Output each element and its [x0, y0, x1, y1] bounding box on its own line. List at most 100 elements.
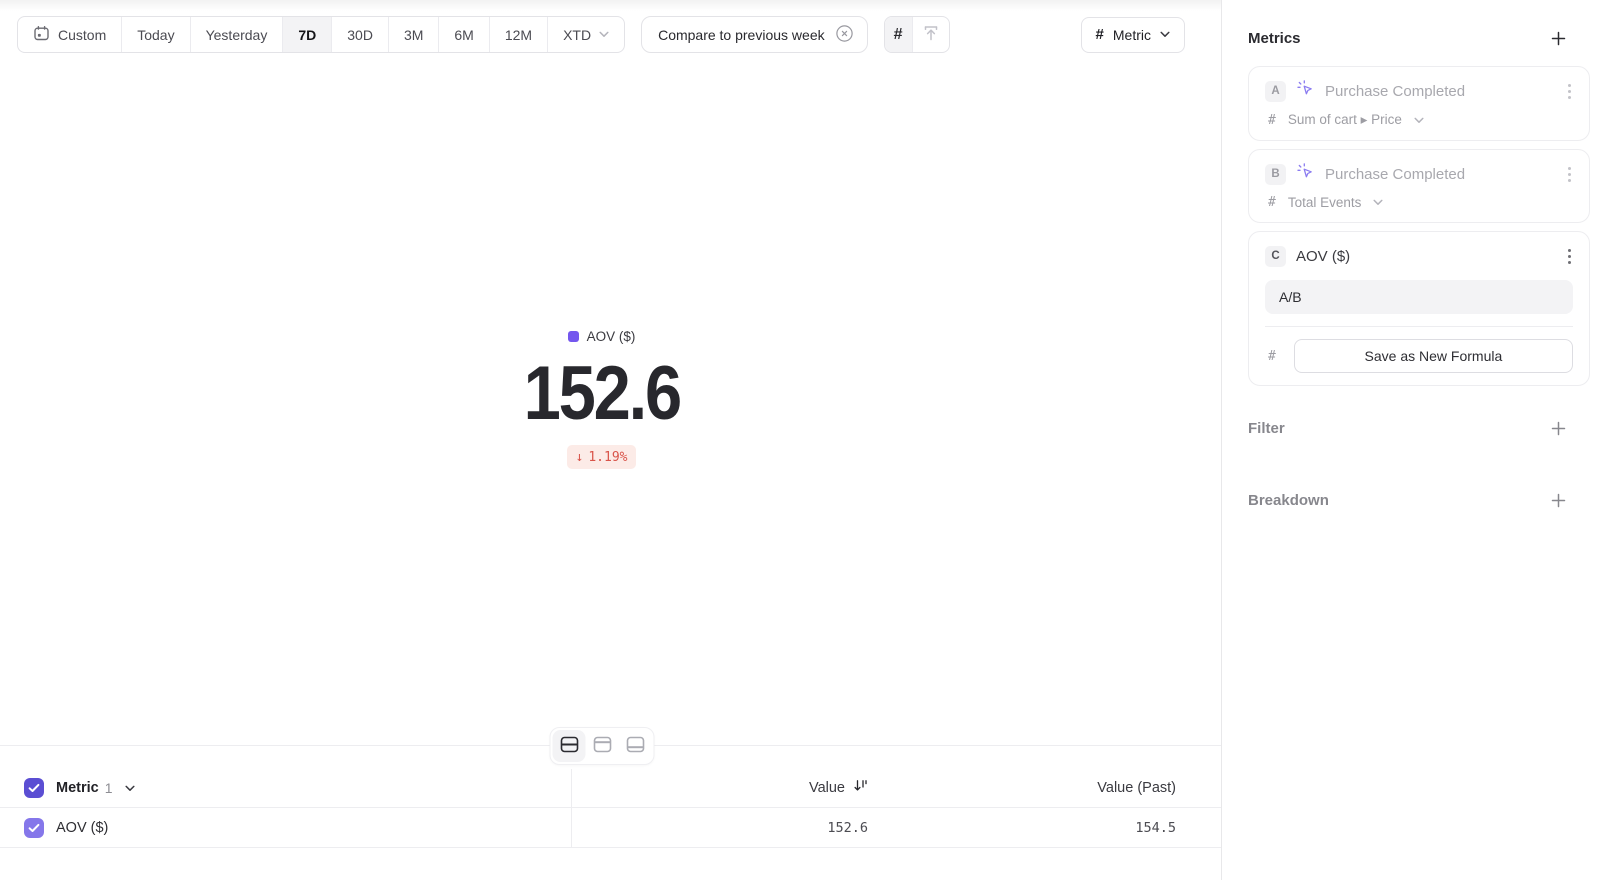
- hash-icon: #: [894, 26, 903, 44]
- layout-bottom-bar-icon: [625, 736, 645, 756]
- metric-column-label[interactable]: Metric: [56, 780, 99, 796]
- metric-badge: B: [1265, 164, 1286, 185]
- date-range-3m[interactable]: 3M: [389, 17, 439, 52]
- metrics-section-header: Metrics: [1248, 28, 1590, 48]
- date-range-custom[interactable]: Custom: [18, 17, 122, 52]
- metric-event-name: Purchase Completed: [1325, 166, 1465, 183]
- date-range-6m[interactable]: 6M: [439, 17, 489, 52]
- metric-event-name: Purchase Completed: [1325, 83, 1465, 100]
- number-view-button[interactable]: #: [885, 17, 913, 52]
- aggregation-dropdown[interactable]: # Total Events: [1265, 195, 1573, 210]
- formula-input[interactable]: A/B: [1265, 280, 1573, 314]
- more-options-icon[interactable]: [1566, 245, 1573, 267]
- save-as-new-formula-button[interactable]: Save as New Formula: [1294, 339, 1573, 373]
- hash-icon: #: [1096, 26, 1104, 43]
- layout-table-button[interactable]: [619, 730, 652, 762]
- main-panel: Custom Today Yesterday 7D 30D 3M 6M 12M …: [0, 0, 1221, 880]
- layout-chart-button[interactable]: [586, 730, 619, 762]
- formula-card-c[interactable]: C AOV ($) A/B # Save as New Formula: [1248, 231, 1590, 386]
- hash-icon: #: [1268, 113, 1276, 128]
- row-metric-name: AOV ($): [56, 820, 108, 836]
- date-range-label: Custom: [58, 27, 106, 43]
- chart-table-divider: [0, 745, 1221, 746]
- event-sparkle-icon: [1296, 79, 1315, 103]
- date-range-selector: Custom Today Yesterday 7D 30D 3M 6M 12M …: [17, 16, 625, 53]
- aggregation-dropdown[interactable]: # Sum of cart ▸ Price: [1265, 112, 1573, 128]
- metric-header-cell: Metric 1: [0, 769, 572, 807]
- results-table: Metric 1 Value Value: [0, 769, 1221, 848]
- row-value-past-cell: 154.5: [868, 820, 1221, 836]
- value-header-cell[interactable]: Value: [572, 778, 868, 798]
- analytics-app: Custom Today Yesterday 7D 30D 3M 6M 12M …: [0, 0, 1600, 880]
- sort-descending-icon: [853, 778, 868, 798]
- calendar-icon: [33, 25, 50, 45]
- legend-color-swatch: [568, 331, 579, 342]
- breakdown-section-header: Breakdown: [1248, 490, 1590, 510]
- add-breakdown-button[interactable]: [1551, 493, 1566, 508]
- metric-card-a[interactable]: A Purchase Completed # Sum of cart ▸ Pri…: [1248, 66, 1590, 141]
- filter-title: Filter: [1248, 420, 1285, 437]
- row-value-cell: 152.6: [572, 820, 868, 836]
- legend-label: AOV ($): [587, 329, 636, 344]
- chevron-down-icon: [599, 31, 609, 38]
- metric-badge: C: [1265, 246, 1286, 267]
- change-badge: ↓ 1.19%: [567, 445, 637, 469]
- more-options-icon[interactable]: [1566, 163, 1573, 185]
- chart-legend[interactable]: AOV ($): [568, 329, 636, 344]
- table-header-row: Metric 1 Value Value: [0, 769, 1221, 808]
- change-value: 1.19%: [588, 450, 627, 465]
- more-options-icon[interactable]: [1566, 80, 1573, 102]
- value-past-column-label: Value (Past): [1097, 780, 1176, 796]
- date-range-today[interactable]: Today: [122, 17, 190, 52]
- hash-icon: #: [1268, 195, 1276, 210]
- compare-pill[interactable]: Compare to previous week: [641, 16, 868, 53]
- row-value-past: 154.5: [1135, 820, 1176, 836]
- toolbar: Custom Today Yesterday 7D 30D 3M 6M 12M …: [17, 16, 1205, 53]
- aggregation-label: Total Events: [1288, 195, 1362, 210]
- query-builder-sidebar: Metrics A Purchase Completed # Su: [1221, 0, 1600, 880]
- arrow-down-icon: ↓: [576, 450, 584, 465]
- row-metric-cell: AOV ($): [0, 808, 572, 847]
- goal-view-button[interactable]: [913, 17, 949, 52]
- metric-big-value: 152.6: [523, 354, 679, 434]
- value-past-header-cell[interactable]: Value (Past): [868, 780, 1221, 796]
- metrics-title: Metrics: [1248, 30, 1301, 47]
- date-range-7d[interactable]: 7D: [283, 17, 332, 52]
- layout-split-icon: [559, 736, 579, 756]
- date-range-30d[interactable]: 30D: [332, 17, 389, 52]
- check-icon: [28, 823, 40, 833]
- add-filter-button[interactable]: [1551, 421, 1566, 436]
- date-range-xtd[interactable]: XTD: [548, 17, 624, 52]
- plus-icon: [1551, 421, 1566, 436]
- big-number-chart: AOV ($) 152.6 ↓ 1.19%: [0, 53, 1221, 745]
- row-checkbox[interactable]: [24, 818, 44, 838]
- compare-label: Compare to previous week: [658, 27, 825, 43]
- select-all-checkbox[interactable]: [24, 778, 44, 798]
- check-icon: [28, 783, 40, 793]
- table-row: AOV ($) 152.6 154.5: [0, 808, 1221, 848]
- close-circle-icon[interactable]: [835, 24, 854, 46]
- view-mode-toggle: #: [884, 16, 950, 53]
- plus-icon: [1551, 31, 1566, 46]
- card-divider: [1265, 326, 1573, 327]
- date-range-12m[interactable]: 12M: [490, 17, 548, 52]
- layout-top-bar-icon: [592, 736, 612, 756]
- layout-switcher: [550, 727, 655, 765]
- chevron-down-icon[interactable]: [125, 785, 135, 792]
- layout-split-button[interactable]: [553, 730, 586, 762]
- hash-icon: #: [1268, 349, 1276, 364]
- metric-badge: A: [1265, 81, 1286, 102]
- metric-type-button[interactable]: # Metric: [1081, 17, 1185, 53]
- chevron-down-icon: [1160, 31, 1170, 38]
- chevron-down-icon: [1414, 117, 1424, 124]
- event-sparkle-icon: [1296, 162, 1315, 186]
- row-value: 152.6: [827, 820, 868, 836]
- aggregation-label: Sum of cart ▸ Price: [1288, 112, 1402, 128]
- plus-icon: [1551, 493, 1566, 508]
- goal-arrow-icon: [922, 24, 940, 45]
- formula-name: AOV ($): [1296, 248, 1350, 265]
- date-range-yesterday[interactable]: Yesterday: [191, 17, 284, 52]
- add-metric-button[interactable]: [1551, 31, 1566, 46]
- metric-card-b[interactable]: B Purchase Completed # Total Events: [1248, 149, 1590, 223]
- value-column-label: Value: [809, 780, 845, 796]
